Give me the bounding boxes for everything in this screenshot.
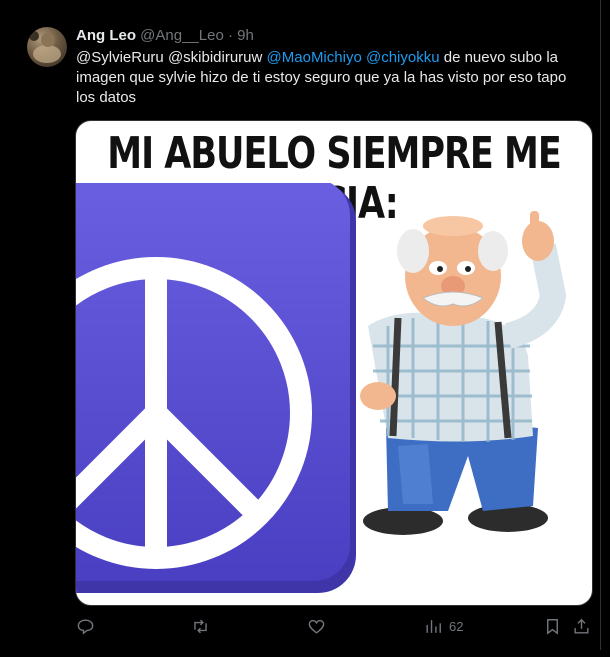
retweet-icon bbox=[194, 619, 207, 633]
reply-button[interactable] bbox=[76, 614, 95, 638]
grandpa-pointing-up-icon bbox=[360, 211, 567, 535]
author-name[interactable]: Ang Leo bbox=[76, 27, 136, 44]
views-icon bbox=[426, 619, 441, 633]
mention-maomichiyo[interactable]: @MaoMichiyo bbox=[267, 49, 362, 66]
separator-dot: · bbox=[227, 27, 233, 44]
views-count: 62 bbox=[449, 618, 464, 634]
tweet-text: @SylvieRuru @skibidiruruw @MaoMichiyo @c… bbox=[76, 48, 586, 108]
retweet-button[interactable] bbox=[191, 614, 210, 638]
tweet-actions-bar: 62 bbox=[0, 614, 600, 638]
reply-icon bbox=[77, 618, 94, 635]
peace-symbol-icon bbox=[76, 183, 356, 593]
mention-sylvieruru[interactable]: @SylvieRuru bbox=[76, 49, 164, 66]
tweet-time[interactable]: 9h bbox=[237, 27, 254, 44]
tweet-header: Ang Leo @Ang__Leo · 9h bbox=[76, 26, 254, 46]
tweet-card[interactable]: Ang Leo @Ang__Leo · 9h @SylvieRuru @skib… bbox=[0, 0, 601, 650]
like-button[interactable] bbox=[307, 614, 326, 638]
tweet-media-image[interactable]: MI ABUELO SIEMPRE ME DECIA: bbox=[75, 120, 593, 606]
share-icon bbox=[574, 618, 589, 634]
author-avatar[interactable] bbox=[27, 27, 67, 67]
mention-chiyokku[interactable]: @chiyokku bbox=[366, 49, 440, 66]
author-handle[interactable]: @Ang__Leo bbox=[140, 27, 224, 44]
views-button[interactable]: 62 bbox=[424, 614, 463, 638]
bookmark-icon bbox=[547, 618, 558, 635]
bookmark-button[interactable] bbox=[543, 614, 562, 638]
mention-skibidiruruw[interactable]: @skibidiruruw bbox=[168, 49, 262, 66]
heart-icon bbox=[308, 619, 325, 634]
share-button[interactable] bbox=[572, 614, 591, 638]
